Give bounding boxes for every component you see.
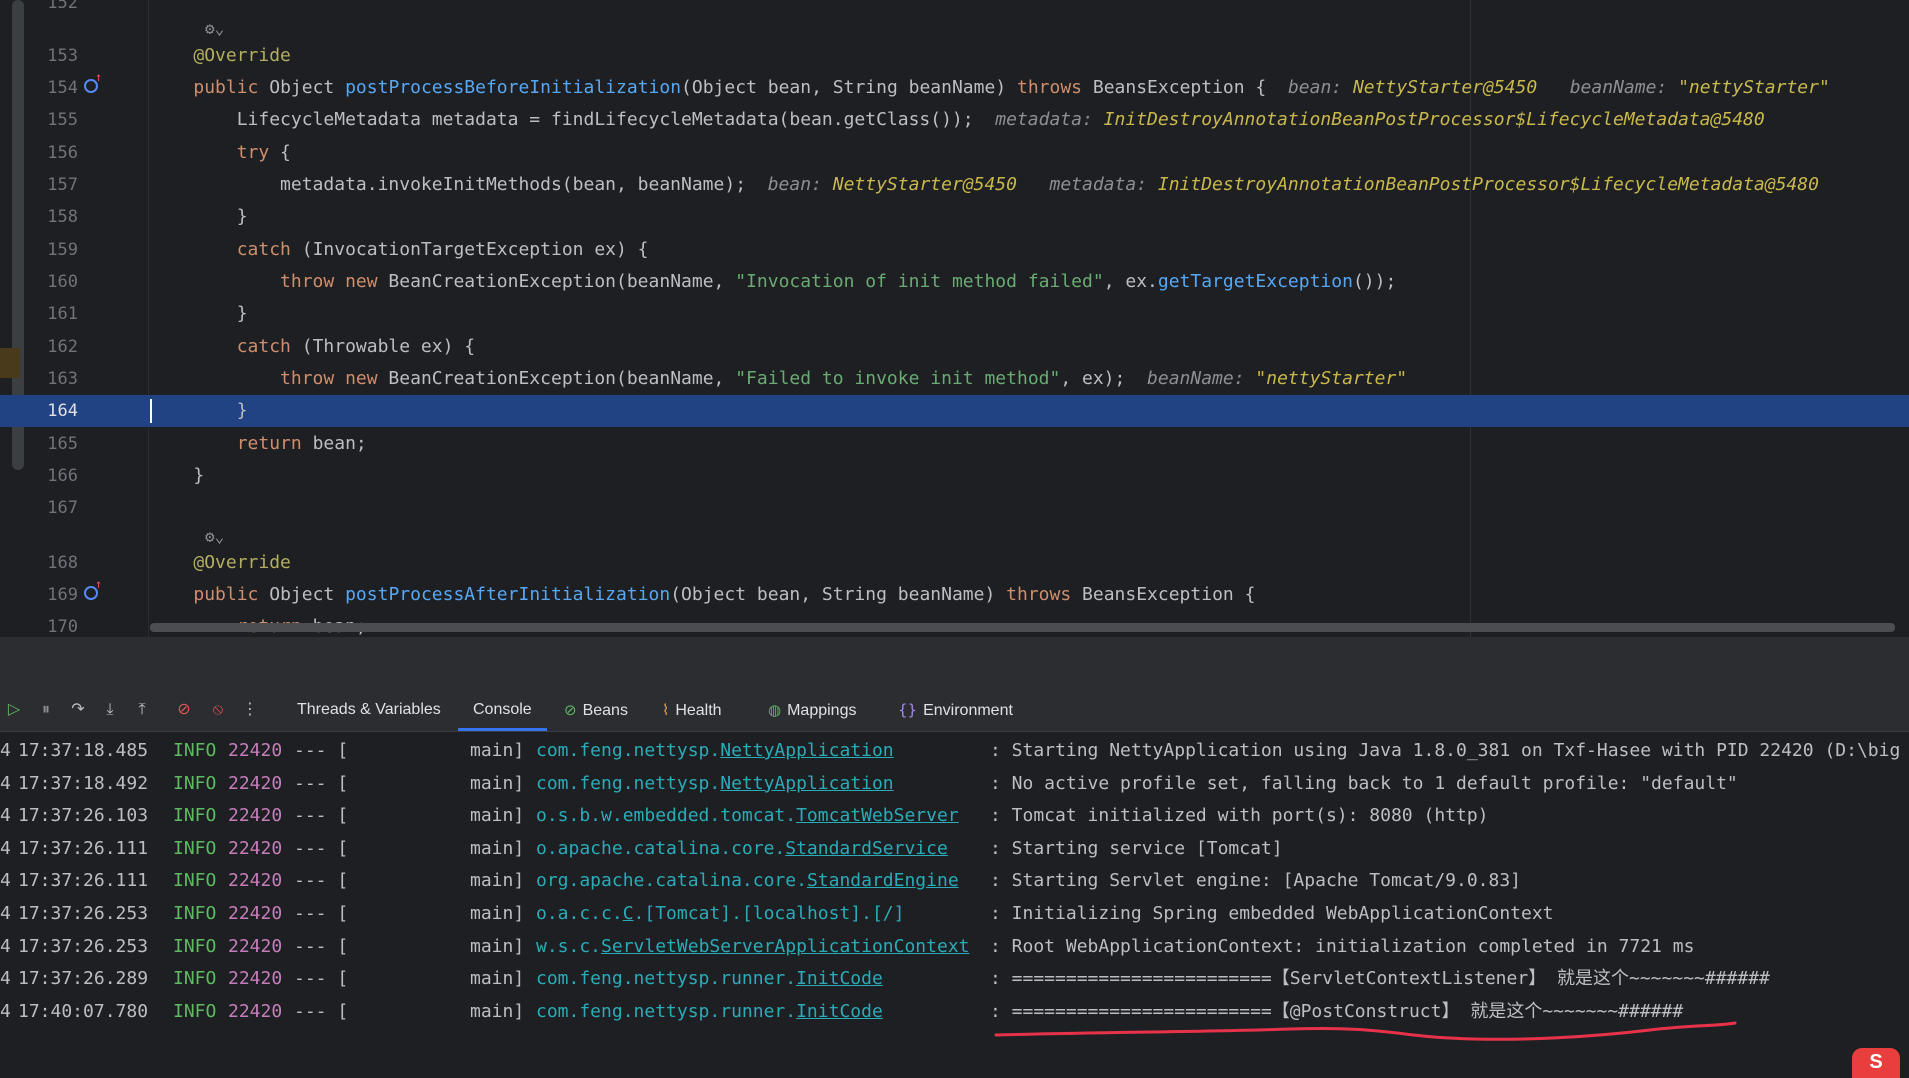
code-line-161[interactable]: 161 } — [0, 298, 1909, 330]
line-number[interactable]: 155 — [28, 104, 78, 136]
code-line-155[interactable]: 155 LifecycleMetadata metadata = findLif… — [0, 104, 1909, 136]
code-text[interactable]: throw new BeanCreationException(beanName… — [150, 363, 1407, 395]
line-number[interactable]: 152 — [28, 0, 78, 19]
line-number[interactable]: 154 — [28, 72, 78, 104]
code-line-164[interactable]: 164 } — [0, 395, 1909, 427]
step-into-icon[interactable]: ⤓ — [98, 697, 122, 721]
red-hand-underline — [994, 1021, 1737, 1041]
implements-method-icon[interactable] — [84, 578, 102, 600]
tab-console[interactable]: Console — [458, 689, 547, 731]
code-text[interactable]: } — [150, 395, 248, 427]
code-text[interactable]: } — [150, 460, 204, 492]
line-number[interactable]: 159 — [28, 234, 78, 266]
more-options-icon[interactable]: ⋮ — [238, 697, 262, 721]
environment-icon: {} — [898, 701, 918, 719]
code-text[interactable]: } — [150, 298, 248, 330]
code-text[interactable]: LifecycleMetadata metadata = findLifecyc… — [150, 104, 1765, 136]
line-number[interactable]: 161 — [28, 298, 78, 330]
line-number[interactable]: 164 — [28, 395, 78, 427]
code-line-169[interactable]: 169 public Object postProcessAfterInitia… — [0, 578, 1909, 611]
tab-mappings[interactable]: ◍ Mappings — [768, 689, 856, 731]
mute-breakpoints-icon[interactable]: ⦸ — [206, 697, 230, 721]
code-line-163[interactable]: 163 throw new BeanCreationException(bean… — [0, 363, 1909, 395]
code-line-156[interactable]: 156 try { — [0, 137, 1909, 169]
mappings-icon: ◍ — [768, 701, 782, 719]
line-number[interactable]: 169 — [28, 579, 78, 611]
code-text[interactable]: @Override — [150, 547, 291, 579]
step-over-icon[interactable]: ↷ — [66, 697, 90, 721]
code-line-158[interactable]: 158 } — [0, 201, 1909, 233]
code-line-152[interactable]: 152 — [0, 0, 1909, 19]
code-line-154[interactable]: 154 public Object postProcessBeforeIniti… — [0, 71, 1909, 104]
step-out-icon[interactable]: ⤒ — [130, 697, 154, 721]
line-number[interactable]: 157 — [28, 169, 78, 201]
code-line-166[interactable]: 166 } — [0, 460, 1909, 492]
code-text[interactable]: @Override — [150, 40, 291, 72]
code-text[interactable]: return bean; — [150, 428, 367, 460]
code-line-160[interactable]: 160 throw new BeanCreationException(bean… — [0, 266, 1909, 298]
console-output[interactable]: 4 17:37:18.485 INFO 22420 --- [main] com.feng… — [0, 732, 1909, 1068]
line-number[interactable]: 160 — [28, 266, 78, 298]
implements-method-icon[interactable] — [84, 71, 102, 93]
code-line-167[interactable]: 167 — [0, 492, 1909, 524]
view-breakpoints-icon[interactable]: ⊘ — [172, 697, 196, 721]
debug-toolbar: ▷ ⏸ ↷ ⤓ ⤒ ⊘ ⦸ ⋮ Threads & Variables Cons… — [0, 689, 1909, 732]
code-text[interactable]: throw new BeanCreationException(beanName… — [150, 266, 1396, 298]
code-line-159[interactable]: 159 catch (InvocationTargetException ex)… — [0, 234, 1909, 266]
line-number[interactable]: 153 — [28, 40, 78, 72]
editor-horizontal-scrollbar[interactable] — [150, 623, 1895, 632]
code-line-168[interactable]: 168 @Override — [0, 547, 1909, 579]
panel-splitter[interactable] — [0, 637, 1909, 689]
code-text[interactable]: catch (Throwable ex) { — [150, 331, 475, 363]
health-icon: ⌇ — [662, 701, 670, 719]
override-gear-icon[interactable]: ⚙⌄ — [205, 527, 224, 547]
line-number[interactable]: 167 — [28, 492, 78, 524]
line-number[interactable]: 165 — [28, 428, 78, 460]
code-editor[interactable]: 152153 @Override154 public Object postPr… — [0, 0, 1909, 637]
code-text[interactable]: try { — [150, 137, 291, 169]
code-line-162[interactable]: 162 catch (Throwable ex) { — [0, 331, 1909, 363]
code-line-157[interactable]: 157 metadata.invokeInitMethods(bean, bea… — [0, 169, 1909, 201]
override-gear-icon[interactable]: ⚙⌄ — [205, 19, 224, 39]
code-line-153[interactable]: 153 @Override — [0, 40, 1909, 72]
pause-icon[interactable]: ⏸ — [34, 697, 58, 721]
code-text[interactable]: metadata.invokeInitMethods(bean, beanNam… — [150, 169, 1819, 201]
line-number[interactable]: 166 — [28, 460, 78, 492]
line-number[interactable]: 162 — [28, 331, 78, 363]
tab-threads-variables[interactable]: Threads & Variables — [297, 689, 441, 731]
line-number[interactable]: 170 — [28, 611, 78, 637]
resume-icon[interactable]: ▷ — [2, 697, 26, 721]
code-line-165[interactable]: 165 return bean; — [0, 428, 1909, 460]
code-text[interactable]: public Object postProcessAfterInitializa… — [150, 579, 1255, 611]
code-text[interactable]: public Object postProcessBeforeInitializ… — [150, 72, 1829, 104]
sogou-input-badge[interactable]: S — [1852, 1048, 1900, 1078]
tab-health[interactable]: ⌇ Health — [662, 689, 722, 731]
tab-beans[interactable]: ⊘ Beans — [564, 689, 628, 731]
code-text[interactable]: catch (InvocationTargetException ex) { — [150, 234, 649, 266]
beans-icon: ⊘ — [564, 701, 577, 719]
line-number[interactable]: 163 — [28, 363, 78, 395]
line-number[interactable]: 156 — [28, 137, 78, 169]
line-number[interactable]: 168 — [28, 547, 78, 579]
line-number[interactable]: 158 — [28, 201, 78, 233]
tab-environment[interactable]: {} Environment — [898, 689, 1013, 731]
code-text[interactable]: } — [150, 201, 248, 233]
